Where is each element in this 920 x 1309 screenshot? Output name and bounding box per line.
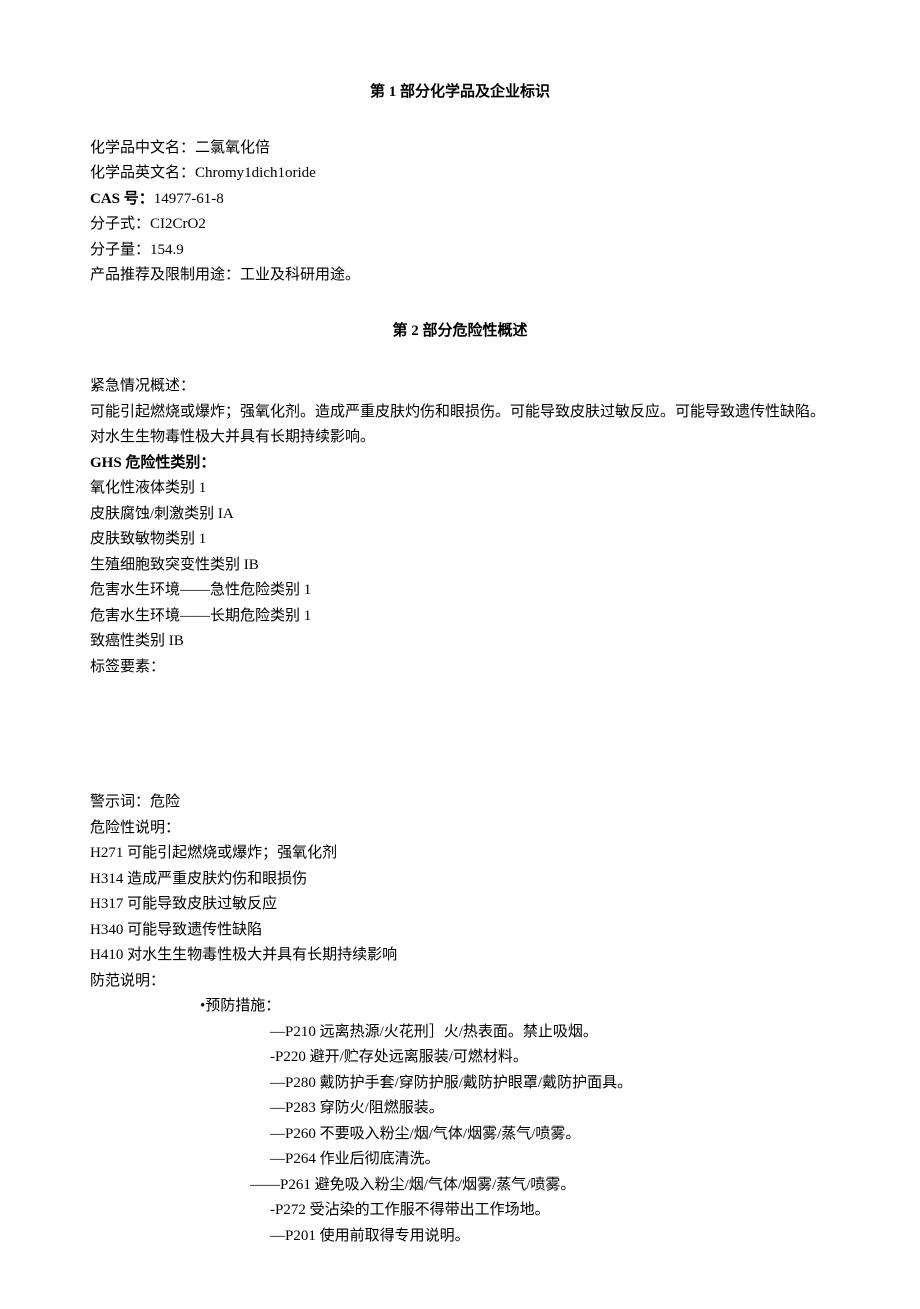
section1-title: 第 1 部分化学品及企业标识 (90, 80, 830, 106)
name-en-value: Chromy1dich1oride (195, 165, 316, 181)
prevention-item: —P201 使用前取得专用说明。 (90, 1224, 830, 1250)
prevention-item: —P210 远离热源/火花刑］火/热表面。禁止吸烟。 (90, 1020, 830, 1046)
emergency-label: 紧急情况概述： (90, 374, 830, 400)
mw-label: 分子量： (90, 242, 150, 258)
name-cn-value: 二氯氧化倍 (195, 140, 270, 156)
signal-row: 警示词：危险 (90, 790, 830, 816)
mw-value: 154.9 (150, 242, 184, 258)
formula-row: 分子式：CI2CrO2 (90, 212, 830, 238)
prevention-label: •预防措施： (90, 994, 830, 1020)
ghs-item: 皮肤致敏物类别 1 (90, 527, 830, 553)
ghs-label: GHS 危险性类别： (90, 451, 830, 477)
use-row: 产品推荐及限制用途：工业及科研用途。 (90, 263, 830, 289)
prevention-item: -P220 避开/贮存处远离服装/可燃材料。 (90, 1045, 830, 1071)
hazard-item: H340 可能导致遗传性缺陷 (90, 918, 830, 944)
cas-label: CAS 号： (90, 191, 154, 207)
prevention-item: ——P261 避免吸入粉尘/烟/气体/烟雾/蒸气/喷雾。 (90, 1173, 830, 1199)
cas-row: CAS 号：14977-61-8 (90, 187, 830, 213)
ghs-item: 危害水生环境——急性危险类别 1 (90, 578, 830, 604)
hazard-item: H314 造成严重皮肤灼伤和眼损伤 (90, 867, 830, 893)
pictogram-space (90, 680, 830, 790)
ghs-item: 氧化性液体类别 1 (90, 476, 830, 502)
prevention-item: -P272 受沾染的工作服不得带出工作场地。 (90, 1198, 830, 1224)
prevention-item: —P260 不要吸入粉尘/烟/气体/烟雾/蒸气/喷雾。 (90, 1122, 830, 1148)
label-elements: 标签要素： (90, 655, 830, 681)
mw-row: 分子量：154.9 (90, 238, 830, 264)
ghs-item: 生殖细胞致突变性类别 IB (90, 553, 830, 579)
use-label: 产品推荐及限制用途： (90, 267, 240, 283)
name-en-row: 化学品英文名：Chromy1dich1oride (90, 161, 830, 187)
name-cn-row: 化学品中文名：二氯氧化倍 (90, 136, 830, 162)
emergency-text: 可能引起燃烧或爆炸；强氧化剂。造成严重皮肤灼伤和眼损伤。可能导致皮肤过敏反应。可… (90, 400, 830, 451)
ghs-item: 皮肤腐蚀/刺激类别 IA (90, 502, 830, 528)
hazard-item: H410 对水生生物毒性极大并具有长期持续影响 (90, 943, 830, 969)
ghs-item: 致癌性类别 IB (90, 629, 830, 655)
section2-title: 第 2 部分危险性概述 (90, 319, 830, 345)
name-cn-label: 化学品中文名： (90, 140, 195, 156)
prevention-item: —P283 穿防火/阻燃服装。 (90, 1096, 830, 1122)
formula-value: CI2CrO2 (150, 216, 206, 232)
name-en-label: 化学品英文名： (90, 165, 195, 181)
ghs-item: 危害水生环境——长期危险类别 1 (90, 604, 830, 630)
formula-label: 分子式： (90, 216, 150, 232)
cas-value: 14977-61-8 (154, 191, 224, 207)
hazard-label: 危险性说明： (90, 816, 830, 842)
hazard-item: H271 可能引起燃烧或爆炸；强氧化剂 (90, 841, 830, 867)
signal-value: 危险 (150, 794, 180, 810)
hazard-item: H317 可能导致皮肤过敏反应 (90, 892, 830, 918)
signal-label: 警示词： (90, 794, 150, 810)
prevention-item: —P280 戴防护手套/穿防护服/戴防护眼罩/戴防护面具。 (90, 1071, 830, 1097)
prevention-item: —P264 作业后彻底清洗。 (90, 1147, 830, 1173)
precaution-label: 防范说明： (90, 969, 830, 995)
use-value: 工业及科研用途。 (240, 267, 360, 283)
